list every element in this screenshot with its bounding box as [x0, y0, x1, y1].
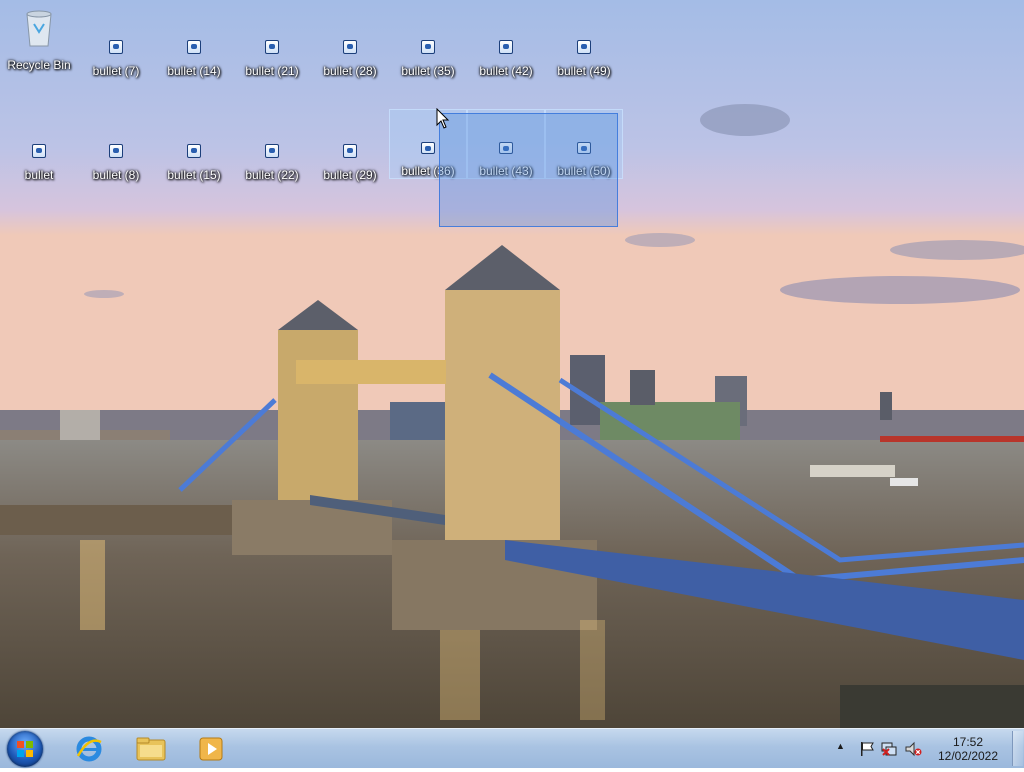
desktop-icon-label: bullet (14)	[167, 64, 221, 78]
drag-selection-rectangle	[439, 113, 618, 227]
desktop-icon-file[interactable]: bullet (15)	[156, 142, 232, 202]
file-icon	[187, 40, 201, 54]
desktop-icon-label: bullet (22)	[245, 168, 299, 182]
desktop-icon-label: bullet (15)	[167, 168, 221, 182]
desktop-icon-label: bullet (21)	[245, 64, 299, 78]
desktop-icon-label: bullet (29)	[323, 168, 377, 182]
desktop-icon-file[interactable]: bullet (7)	[78, 38, 154, 98]
desktop-icon-file[interactable]: bullet (42)	[468, 38, 544, 98]
file-icon	[32, 144, 46, 158]
show-desktop-button[interactable]	[1012, 731, 1023, 766]
taskbar-pin-internet-explorer[interactable]	[64, 731, 114, 767]
file-icon	[577, 40, 591, 54]
desktop-icon-file[interactable]: bullet (14)	[156, 38, 232, 98]
clock-time: 17:52	[952, 735, 984, 749]
file-icon	[187, 144, 201, 158]
taskbar-pin-file-explorer[interactable]	[126, 731, 176, 767]
file-icon	[265, 144, 279, 158]
show-hidden-icons-button[interactable]: ▲	[836, 741, 845, 751]
volume-muted-icon[interactable]	[904, 741, 922, 757]
taskbar: ▲ 17:52 12/02/2022	[0, 728, 1024, 768]
recycle-bin-icon	[24, 8, 54, 48]
file-icon	[343, 144, 357, 158]
mouse-pointer-icon	[436, 108, 450, 129]
desktop-icon-recycle-bin[interactable]: Recycle Bin	[1, 8, 77, 72]
desktop-icon-file[interactable]: bullet	[1, 142, 77, 202]
desktop-icon-label: Recycle Bin	[7, 58, 71, 72]
desktop-icon-label: bullet (8)	[92, 168, 140, 182]
desktop-icon-file[interactable]: bullet (8)	[78, 142, 154, 202]
windows-logo-icon	[17, 741, 33, 757]
media-player-icon	[199, 737, 223, 761]
start-button[interactable]	[7, 731, 43, 767]
clock-date: 12/02/2022	[937, 749, 999, 763]
file-icon	[343, 40, 357, 54]
action-center-flag-icon[interactable]	[858, 741, 876, 757]
file-icon	[421, 40, 435, 54]
clock[interactable]: 17:52 12/02/2022	[932, 735, 1004, 763]
internet-explorer-icon	[76, 736, 102, 762]
desktop-icon-file[interactable]: bullet (49)	[546, 38, 622, 98]
desktop-icon-label: bullet	[24, 168, 54, 182]
taskbar-pin-media-player[interactable]	[186, 731, 236, 767]
file-icon	[109, 40, 123, 54]
file-icon	[499, 40, 513, 54]
desktop-icon-label: bullet (28)	[323, 64, 377, 78]
desktop-icon-file[interactable]: bullet (22)	[234, 142, 310, 202]
desktop-icon-file[interactable]: bullet (28)	[312, 38, 388, 98]
desktop-icon-label: bullet (49)	[557, 64, 611, 78]
desktop-icon-label: bullet (35)	[401, 64, 455, 78]
file-icon	[421, 142, 435, 154]
folder-icon	[136, 737, 166, 761]
desktop-icon-label: bullet (42)	[479, 64, 533, 78]
desktop-icon-file[interactable]: bullet (21)	[234, 38, 310, 98]
file-icon	[109, 144, 123, 158]
desktop[interactable]: Recycle Bin bullet (7) bullet (14) bulle…	[0, 0, 1024, 728]
desktop-icon-label: bullet (7)	[92, 64, 140, 78]
desktop-icon-file[interactable]: bullet (35)	[390, 38, 466, 98]
file-icon	[265, 40, 279, 54]
network-icon[interactable]	[880, 741, 898, 757]
desktop-icon-file[interactable]: bullet (29)	[312, 142, 388, 202]
